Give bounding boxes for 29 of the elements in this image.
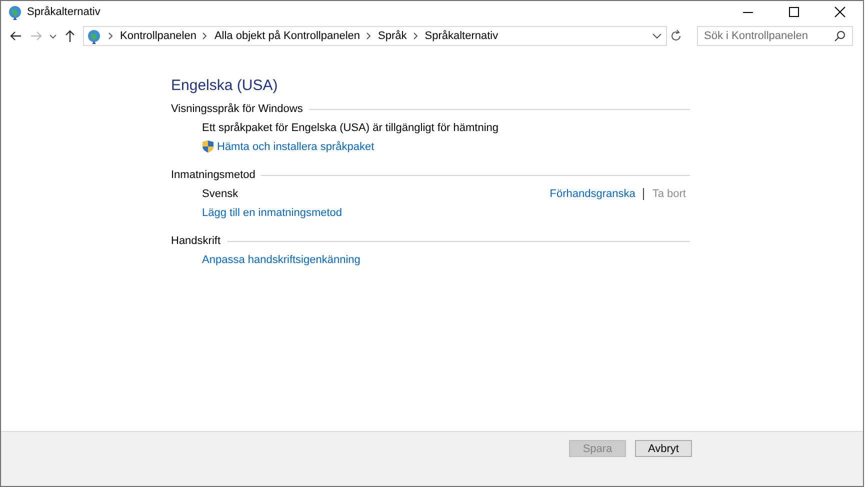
link[interactable]: Lägg till en inmatningsmetod xyxy=(202,206,342,218)
input-method-name: Svensk xyxy=(202,188,238,200)
back-arrow-icon[interactable] xyxy=(9,29,23,43)
globe-icon xyxy=(86,28,102,44)
section-title: Visningsspråk för Windows xyxy=(171,103,303,115)
link[interactable]: Anpassa handskriftsigenkänning xyxy=(202,254,360,266)
info-text: Ett språkpaket för Engelska (USA) är tillgängligt för hämtning xyxy=(202,122,499,134)
address-bar[interactable]: Kontrollpanelen Alla objekt på Kontrollpanelen Språk Språkalternativ xyxy=(83,26,667,46)
search-field[interactable]: Sök i Kontrollpanelen xyxy=(697,26,853,46)
page-heading: Engelska (USA) xyxy=(171,77,279,94)
chevron-icon xyxy=(108,32,114,40)
chevron-icon xyxy=(202,32,208,40)
globe-icon xyxy=(7,4,23,20)
search-icon xyxy=(834,30,846,42)
breadcrumb-item[interactable]: Alla objekt på Kontrollpanelen xyxy=(214,30,360,42)
section-title: Inmatningsmetod xyxy=(171,169,256,181)
window-title: Språkalternativ xyxy=(27,6,102,18)
up-arrow-icon[interactable] xyxy=(63,29,77,43)
breadcrumb-item[interactable]: Språkalternativ xyxy=(424,30,498,42)
chevron-icon xyxy=(366,32,372,40)
refresh-icon[interactable] xyxy=(669,29,683,43)
breadcrumb-item[interactable]: Språk xyxy=(378,30,407,42)
dialog-button[interactable]: Avbryt xyxy=(635,440,692,457)
section-title: Handskrift xyxy=(171,235,221,247)
chevron-icon xyxy=(412,32,419,40)
action-link[interactable]: Förhandsgranska xyxy=(550,188,636,200)
download-link[interactable]: Hämta och installera språkpaket xyxy=(217,140,374,152)
breadcrumb-item[interactable]: Kontrollpanelen xyxy=(120,30,196,42)
shield-icon xyxy=(202,140,214,153)
